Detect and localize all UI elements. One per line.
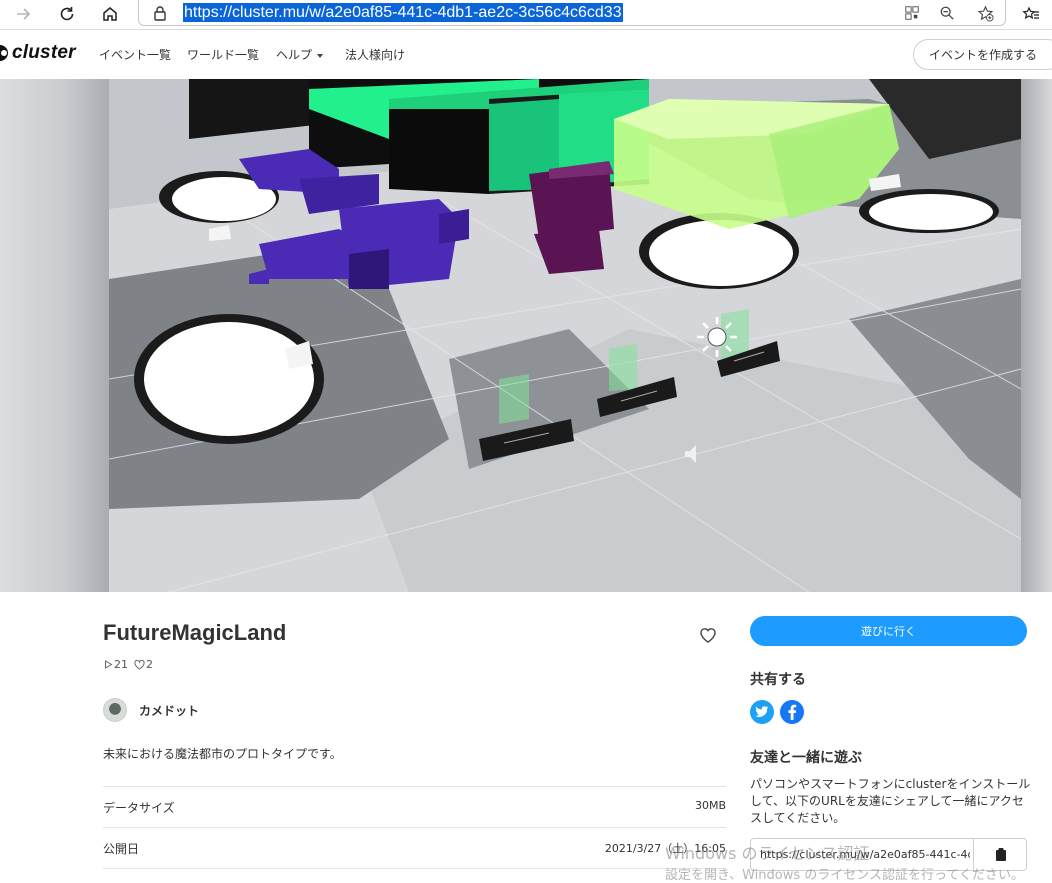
clipboard-icon	[996, 848, 1006, 861]
address-bar[interactable]: https://cluster.mu/w/a2e0af85-441c-4db1-…	[138, 0, 1006, 26]
info-value: 30MB	[694, 799, 726, 812]
nav-event-list[interactable]: イベント一覧	[99, 46, 171, 63]
info-label: データサイズ	[103, 801, 175, 815]
preview-blur-right	[1021, 79, 1052, 592]
nav-business[interactable]: 法人様向け	[345, 46, 405, 63]
site-header: cluster イベント一覧 ワールド一覧 ヘルプ 法人様向け イベントを作成す…	[0, 30, 1052, 79]
heart-small-icon	[134, 659, 145, 670]
nav-world-list[interactable]: ワールド一覧	[187, 46, 259, 63]
heart-icon[interactable]	[697, 624, 719, 646]
world-scene	[109, 79, 1021, 592]
refresh-icon[interactable]	[54, 2, 80, 26]
play-count: 21	[104, 658, 128, 671]
world-preview	[0, 79, 1052, 592]
nav-help-label: ヘルプ	[276, 48, 313, 62]
friends-text: パソコンやスマートフォンにclusterをインストールして、以下のURLを友達に…	[750, 777, 1031, 825]
chevron-down-icon	[317, 53, 324, 58]
favorites-icon[interactable]	[1018, 2, 1044, 26]
lock-icon[interactable]	[151, 4, 169, 22]
info-row-data-size: データサイズ 30MB	[103, 786, 726, 827]
info-label: 公開日	[103, 842, 140, 856]
like-count: 2	[134, 658, 153, 671]
url-text[interactable]: https://cluster.mu/w/a2e0af85-441c-4db1-…	[183, 3, 623, 22]
nav-help[interactable]: ヘルプ	[276, 46, 324, 63]
add-favorite-icon[interactable]	[975, 3, 995, 23]
forward-icon[interactable]	[10, 2, 36, 26]
cluster-logo[interactable]: cluster	[0, 42, 76, 64]
sun-icon	[697, 317, 737, 357]
play-button[interactable]: 遊びに行く	[750, 616, 1027, 646]
world-3d-viewport[interactable]	[109, 79, 1021, 592]
share-heading: 共有する	[750, 672, 806, 688]
share-icons	[750, 700, 804, 724]
info-row-next	[103, 868, 726, 883]
qr-code-icon[interactable]	[902, 3, 922, 23]
cluster-logo-icon	[0, 45, 8, 61]
play-icon	[105, 660, 113, 669]
home-icon[interactable]	[97, 2, 123, 26]
facebook-icon[interactable]	[780, 700, 804, 724]
preview-blur-left	[0, 79, 109, 592]
creator[interactable]: カメドット	[103, 698, 199, 722]
friends-heading: 友達と一緒に遊ぶ	[750, 750, 862, 766]
windows-activation-text: 設定を開き、Windows のライセンス認証を行ってください。	[665, 868, 1024, 883]
world-stats: 21 2	[104, 658, 153, 671]
create-event-button[interactable]: イベントを作成する	[913, 39, 1052, 70]
avatar[interactable]	[103, 698, 127, 722]
creator-name[interactable]: カメドット	[139, 702, 199, 719]
windows-activation-title: Windows のライセンス認証	[665, 844, 870, 863]
world-title: FutureMagicLand	[103, 620, 287, 645]
browser-toolbar: https://cluster.mu/w/a2e0af85-441c-4db1-…	[0, 0, 1052, 30]
info-row-publish-date: 公開日 2021/3/27（土）16:05	[103, 827, 726, 868]
world-description: 未来における魔法都市のプロトタイプです。	[103, 747, 342, 761]
twitter-icon[interactable]	[750, 700, 774, 724]
zoom-out-icon[interactable]	[937, 3, 957, 23]
